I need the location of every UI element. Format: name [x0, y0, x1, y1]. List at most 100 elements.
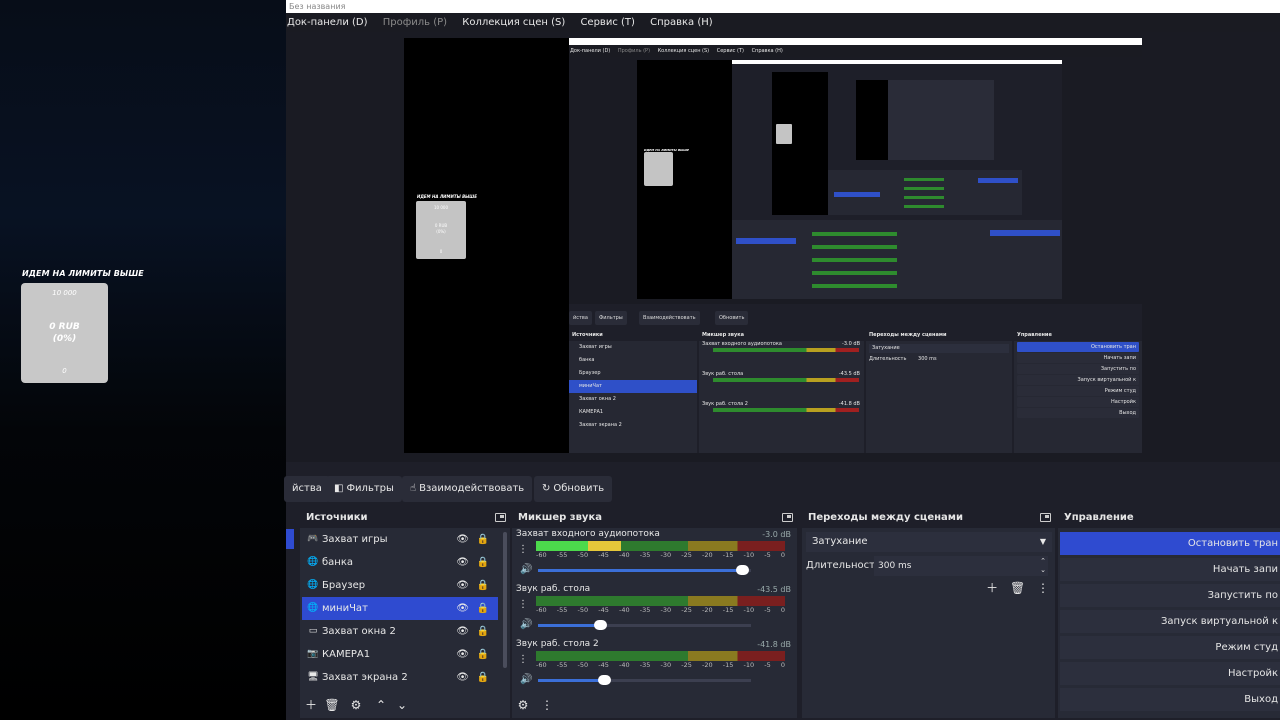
- duration-input[interactable]: 300 ms ⌃ ⌄: [874, 556, 1048, 576]
- speaker-icon[interactable]: 🔊: [520, 618, 532, 632]
- chevron-down-icon[interactable]: ⌄: [393, 696, 411, 714]
- eye-icon[interactable]: 👁: [456, 551, 469, 574]
- sources-scrollbar[interactable]: [503, 532, 507, 668]
- settings-button[interactable]: Настройк: [1060, 662, 1280, 685]
- camera-icon: 📷: [307, 649, 319, 659]
- gear-icon[interactable]: ⚙: [347, 696, 365, 714]
- more-options-icon[interactable]: ⋮: [518, 545, 528, 555]
- menu-help[interactable]: Справка (H): [650, 17, 713, 28]
- lock-icon[interactable]: 🔒: [477, 597, 489, 620]
- chevron-up-icon[interactable]: ⌃: [372, 696, 390, 714]
- nested-mixer-title: Микшер звука: [699, 330, 864, 341]
- source-item[interactable]: 🌐 банка 👁 🔒: [302, 551, 498, 574]
- speaker-icon[interactable]: 🔊: [520, 673, 532, 687]
- trash-icon[interactable]: 🗑: [1010, 581, 1025, 595]
- nested-controls-dock: Управление Остановить тран Начать запи З…: [1014, 330, 1142, 453]
- transition-select[interactable]: Затухание ▼: [806, 532, 1052, 552]
- source-item[interactable]: 🎮 Захват игры 👁 🔒: [302, 528, 498, 551]
- deeper-control-primary: [990, 230, 1060, 236]
- volume-slider[interactable]: [538, 565, 751, 575]
- source-item[interactable]: 🌐 Браузер 👁 🔒: [302, 574, 498, 597]
- eye-icon[interactable]: 👁: [456, 597, 469, 620]
- nested-mixer-dock: Микшер звука Захват входного аудиопотока…: [699, 330, 864, 453]
- volume-slider-handle[interactable]: [598, 675, 612, 685]
- donation-goal-progress: 0 RUB (0%): [21, 321, 108, 345]
- audio-meter-tick: -5: [764, 661, 771, 669]
- more-options-icon[interactable]: ⋮: [538, 696, 556, 714]
- deeper-docks: [828, 170, 1022, 215]
- source-item[interactable]: 🖥 Захват экрана 2 👁 🔒: [302, 666, 498, 689]
- exit-button[interactable]: Выход: [1060, 688, 1280, 711]
- audio-meter-tick: -5: [764, 606, 771, 614]
- audio-meter-tick: 0: [780, 606, 785, 614]
- source-label: Захват игры: [322, 534, 388, 545]
- volume-slider-handle[interactable]: [736, 565, 750, 575]
- properties-button[interactable]: йства: [284, 476, 330, 502]
- nested-filters-button: Фильтры: [595, 311, 627, 325]
- source-item-selected[interactable]: 🌐 миниЧат 👁 🔒: [302, 597, 498, 620]
- add-icon[interactable]: ＋: [302, 696, 320, 714]
- audio-meter-bar: [536, 541, 785, 551]
- deeper-docks-row: [732, 220, 1062, 299]
- interact-button[interactable]: ☝ Взаимодействовать: [402, 476, 533, 502]
- more-options-icon[interactable]: ⋮: [518, 600, 528, 610]
- add-icon[interactable]: ＋: [986, 581, 998, 595]
- source-item[interactable]: ▭ Захват окна 2 👁 🔒: [302, 620, 498, 643]
- eye-icon[interactable]: 👁: [456, 574, 469, 597]
- lock-icon[interactable]: 🔒: [477, 620, 489, 643]
- start-replay-button[interactable]: Запустить по: [1060, 584, 1280, 607]
- stop-streaming-button[interactable]: Остановить тран: [1060, 532, 1280, 555]
- preview-canvas[interactable]: ИДЕМ НА ЛИМИТЫ ВЫШЕ 10 000 0 RUB (0%) 0 …: [404, 38, 1142, 453]
- refresh-icon: ↻: [542, 483, 551, 494]
- source-item[interactable]: 📷 КАМЕРА1 👁 🔒: [302, 643, 498, 666]
- nested-docks: Источники Захват игры банка Браузер мини…: [569, 330, 1142, 453]
- lock-icon[interactable]: 🔒: [477, 666, 489, 689]
- gear-icon[interactable]: ⚙: [514, 696, 532, 714]
- lock-icon[interactable]: 🔒: [477, 643, 489, 666]
- trash-icon[interactable]: 🗑: [323, 696, 341, 714]
- scene-selected-edge[interactable]: [286, 529, 294, 549]
- lock-icon[interactable]: 🔒: [477, 528, 489, 551]
- nested-control-button: Запуск виртуальной к: [1017, 375, 1139, 385]
- volume-slider[interactable]: [538, 675, 751, 685]
- nested-mixer-channel-name: Звук раб. стола: [702, 371, 744, 377]
- preview-area[interactable]: ИДЕМ НА ЛИМИТЫ ВЫШЕ 10 000 0 RUB (0%) 0 …: [286, 32, 1280, 462]
- filters-button[interactable]: ◧ Фильтры: [326, 476, 402, 502]
- menu-tools[interactable]: Сервис (T): [580, 17, 634, 28]
- mixer-channel-name: Захват входного аудиопотока: [516, 529, 660, 539]
- eye-icon[interactable]: 👁: [456, 620, 469, 643]
- more-options-icon[interactable]: ⋮: [1037, 581, 1049, 595]
- undock-icon[interactable]: [782, 513, 793, 522]
- refresh-button-label: Обновить: [553, 483, 605, 494]
- studio-mode-button[interactable]: Режим студ: [1060, 636, 1280, 659]
- eye-icon[interactable]: 👁: [456, 528, 469, 551]
- undock-icon[interactable]: [495, 513, 506, 522]
- audio-meter-tick: -55: [556, 661, 568, 669]
- refresh-button[interactable]: ↻ Обновить: [534, 476, 613, 502]
- audio-meter-tick: -40: [619, 606, 630, 614]
- speaker-icon[interactable]: 🔊: [520, 563, 532, 577]
- nested-transition-select: Затухание: [869, 344, 1009, 353]
- audio-meter-tick: -30: [660, 606, 672, 614]
- spinner-icon[interactable]: ⌃ ⌄: [1040, 557, 1046, 575]
- volume-slider-handle[interactable]: [593, 620, 607, 630]
- mixer-footer: ⚙ ⋮: [512, 692, 797, 718]
- more-options-icon[interactable]: ⋮: [518, 655, 528, 665]
- nested-source-row: КАМЕРА1: [579, 409, 604, 415]
- eye-icon[interactable]: 👁: [456, 643, 469, 666]
- volume-slider[interactable]: [538, 620, 751, 630]
- audio-meter: -60 -55 -50 -45 -40 -35 -30 -25 -20 -15 -10 -5 0: [536, 541, 785, 563]
- lock-icon[interactable]: 🔒: [477, 574, 489, 597]
- menu-profile[interactable]: Профиль (P): [383, 17, 447, 28]
- eye-icon[interactable]: 👁: [456, 666, 469, 689]
- menu-scene-collection[interactable]: Коллекция сцен (S): [462, 17, 565, 28]
- undock-icon[interactable]: [1040, 513, 1051, 522]
- start-virtual-camera-button[interactable]: Запуск виртуальной к: [1060, 610, 1280, 633]
- volume-slider-fill: [538, 569, 743, 572]
- stream-overlay-area: ИДЕМ НА ЛИМИТЫ ВЫШЕ 10 000 0 RUB (0%) 0: [0, 0, 286, 720]
- menu-docks[interactable]: Док-панели (D): [287, 17, 368, 28]
- source-label: Браузер: [322, 580, 366, 591]
- nested-mixer-channel-name: Захват входного аудиопотока: [702, 341, 782, 347]
- start-recording-button[interactable]: Начать запи: [1060, 558, 1280, 581]
- lock-icon[interactable]: 🔒: [477, 551, 489, 574]
